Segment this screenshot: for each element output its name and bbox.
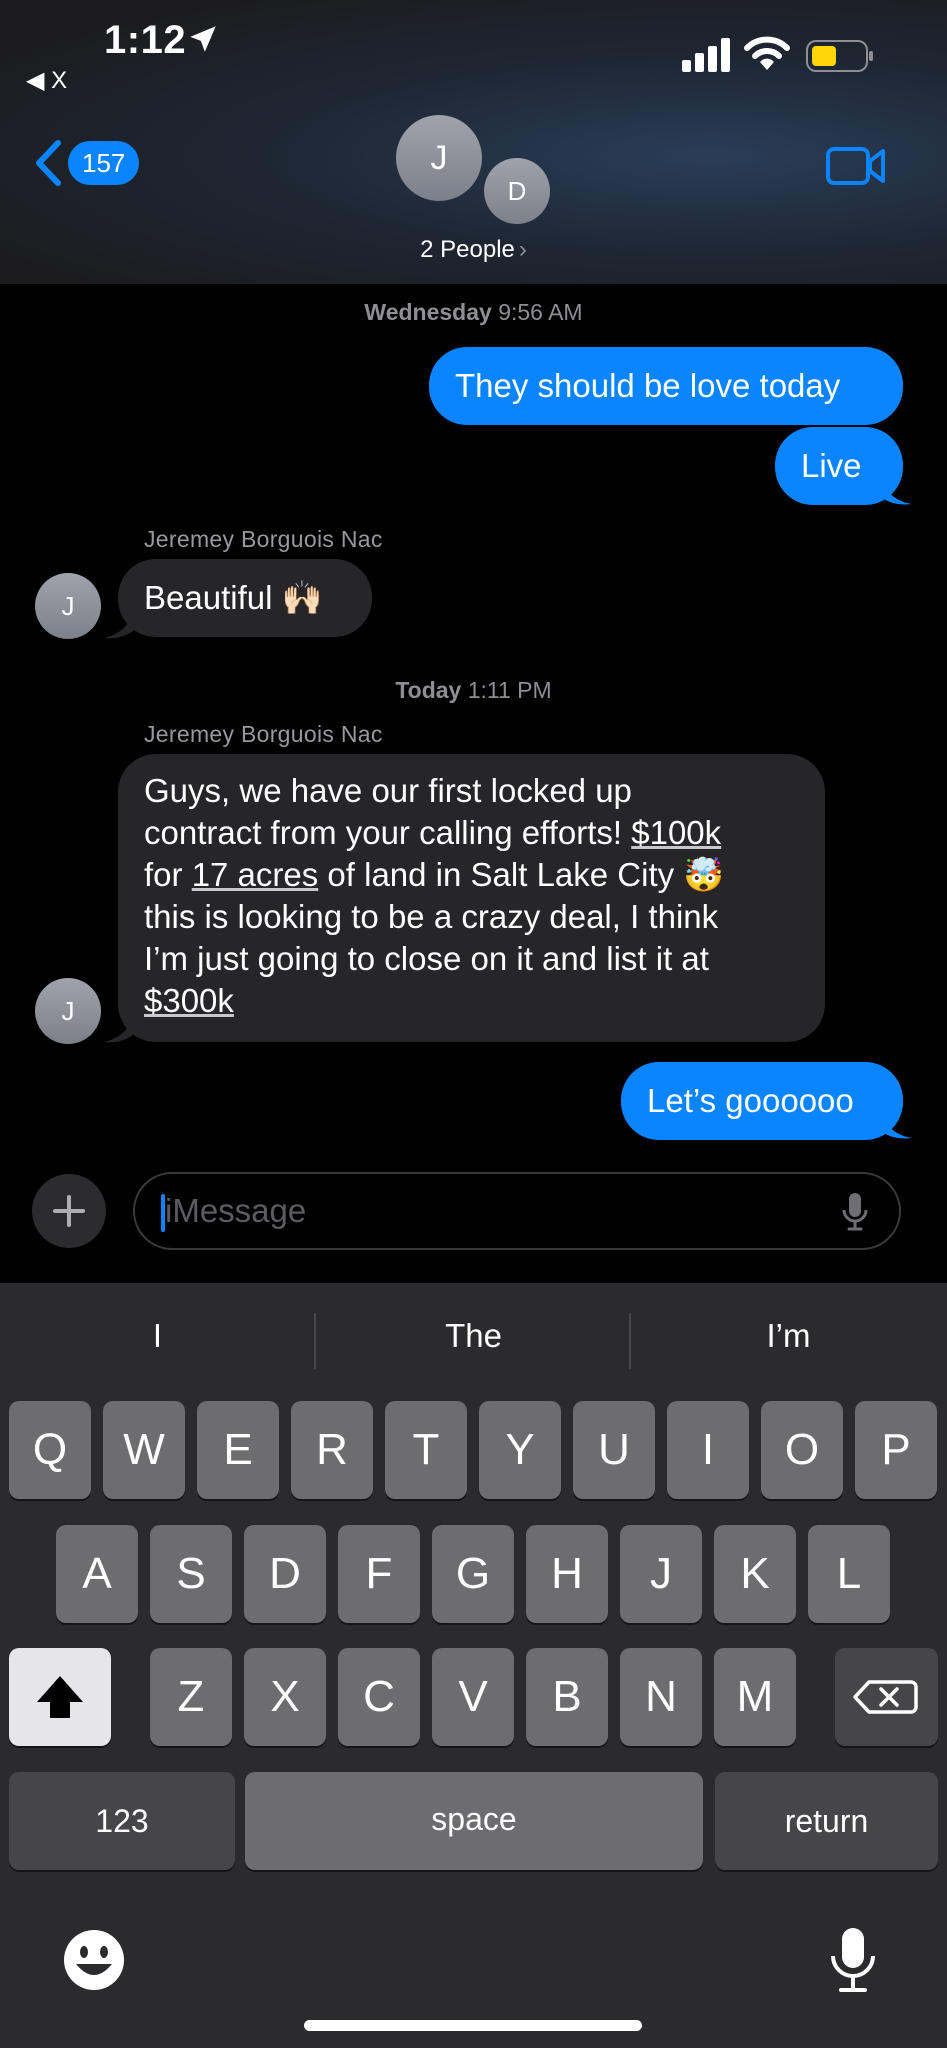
sender-name: Jeremey Borguois Nac [144, 721, 383, 747]
key-b[interactable]: B [526, 1648, 608, 1746]
numbers-key[interactable]: 123 [9, 1772, 235, 1870]
back-button[interactable]: 157 [34, 140, 140, 186]
key-j[interactable]: J [620, 1525, 702, 1623]
message-line: this is looking to be a crazy deal, I th… [144, 898, 719, 935]
key-f[interactable]: F [338, 1525, 420, 1623]
key-n[interactable]: N [620, 1648, 702, 1746]
bubble-tail [880, 1112, 912, 1139]
key-d[interactable]: D [244, 1525, 326, 1623]
key-h[interactable]: H [526, 1525, 608, 1623]
key-i[interactable]: I [667, 1401, 749, 1499]
message-input[interactable]: iMessage [133, 1172, 901, 1250]
incoming-message[interactable]: Guys, we have our first locked up contra… [118, 754, 825, 1042]
key-s[interactable]: S [150, 1525, 232, 1623]
timestamp-wednesday: Wednesday 9:56 AM [364, 299, 583, 325]
key-p[interactable]: P [855, 1401, 937, 1499]
microphone-icon[interactable] [841, 1192, 869, 1232]
message-line: Guys, we have our first locked up [144, 772, 632, 809]
apps-plus-button[interactable] [32, 1174, 106, 1248]
conversation-header: 1:12 ◀ X 157 J D 2 People › [0, 0, 947, 284]
key-t[interactable]: T [385, 1401, 467, 1499]
key-c[interactable]: C [338, 1648, 420, 1746]
emoji-icon[interactable] [62, 1928, 126, 1992]
message-line: I’m just going to close on it and list i… [144, 940, 709, 977]
message-line: for 17 acres of land in Salt Lake City 🤯 [144, 856, 725, 893]
chevron-left-icon [36, 140, 61, 186]
outgoing-message[interactable]: Let’s goooooo [621, 1062, 903, 1140]
video-camera-icon[interactable] [826, 145, 886, 187]
message-line: $300k [144, 980, 799, 1022]
key-l[interactable]: L [808, 1525, 890, 1623]
incoming-message[interactable]: Beautiful 🙌🏻 [118, 559, 372, 637]
plus-icon [53, 1195, 85, 1227]
acreage-link[interactable]: 17 acres [192, 856, 319, 893]
key-a[interactable]: A [56, 1525, 138, 1623]
shift-key[interactable] [9, 1648, 111, 1746]
chevron-right-icon: › [518, 236, 527, 263]
key-x[interactable]: X [244, 1648, 326, 1746]
group-avatar-secondary[interactable]: D [484, 158, 550, 224]
shift-icon [37, 1676, 83, 1718]
group-avatar-primary[interactable]: J [396, 115, 482, 201]
suggestion-3[interactable]: I’m [631, 1317, 946, 1355]
price-link[interactable]: $100k [631, 814, 721, 851]
key-u[interactable]: U [573, 1401, 655, 1499]
key-y[interactable]: Y [479, 1401, 561, 1499]
key-q[interactable]: Q [9, 1401, 91, 1499]
price-link[interactable]: $300k [144, 982, 234, 1019]
message-placeholder: iMessage [165, 1192, 307, 1229]
key-z[interactable]: Z [150, 1648, 232, 1746]
status-time: 1:12 [104, 18, 187, 62]
sender-name: Jeremey Borguois Nac [144, 526, 383, 552]
key-e[interactable]: E [197, 1401, 279, 1499]
outgoing-message[interactable]: They should be love today [429, 347, 903, 425]
return-key[interactable]: return [715, 1772, 938, 1870]
location-arrow-icon [190, 26, 216, 52]
suggestion-2[interactable]: The [316, 1317, 631, 1355]
key-g[interactable]: G [432, 1525, 514, 1623]
key-v[interactable]: V [432, 1648, 514, 1746]
delete-icon [853, 1680, 918, 1714]
home-indicator [304, 2020, 642, 2031]
unread-count-badge: 157 [68, 141, 140, 185]
timestamp-today: Today 1:11 PM [395, 677, 552, 703]
space-key[interactable]: space [245, 1772, 703, 1870]
battery-icon [806, 40, 873, 72]
suggestion-1[interactable]: I [0, 1317, 315, 1355]
wifi-icon [744, 36, 790, 70]
message-line: contract from your calling efforts! $100… [144, 814, 722, 851]
key-m[interactable]: M [714, 1648, 796, 1746]
key-k[interactable]: K [714, 1525, 796, 1623]
cellular-signal-icon [682, 38, 730, 72]
back-to-app-link[interactable]: ◀ X [26, 66, 67, 95]
bubble-tail [880, 478, 912, 505]
people-label: 2 People [420, 236, 515, 263]
keyboard: I The I’m Q W E R T Y U I O P A S D F G … [0, 1283, 947, 2048]
group-details-link[interactable]: 2 People › [0, 236, 947, 264]
delete-key[interactable] [835, 1648, 938, 1746]
key-r[interactable]: R [291, 1401, 373, 1499]
sender-avatar[interactable]: J [35, 978, 101, 1044]
microphone-icon[interactable] [829, 1926, 877, 1994]
key-w[interactable]: W [103, 1401, 185, 1499]
sender-avatar[interactable]: J [35, 573, 101, 639]
key-o[interactable]: O [761, 1401, 843, 1499]
